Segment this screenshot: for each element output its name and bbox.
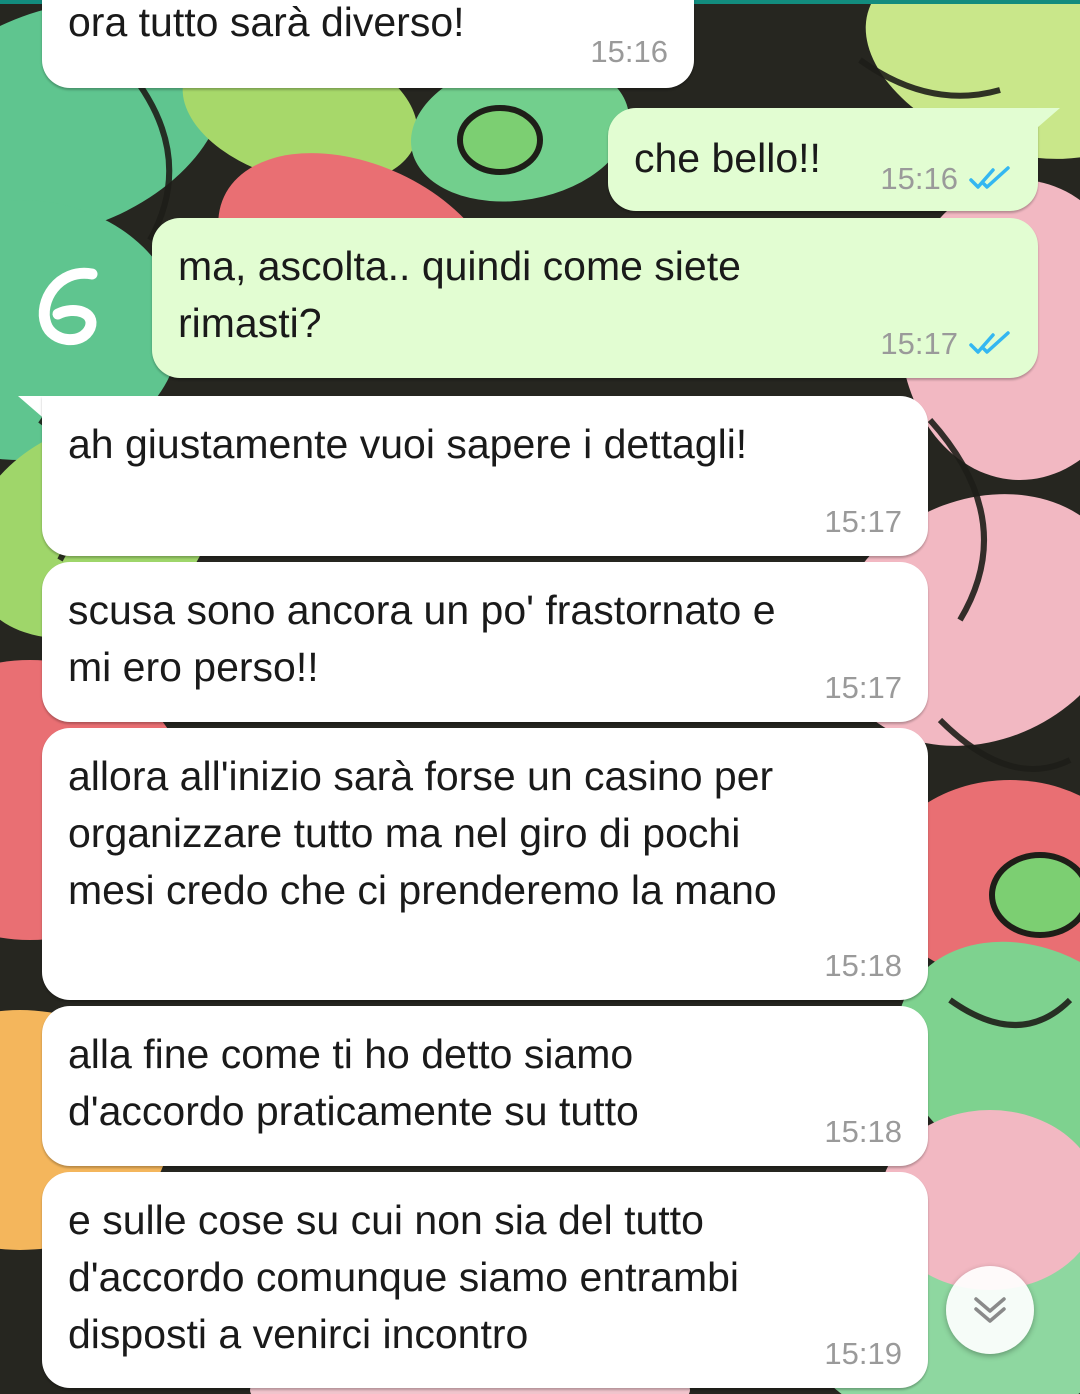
message-text: e sulle cose su cui non sia del tutto d'…	[68, 1197, 740, 1357]
swirl-doodle-icon	[38, 267, 98, 346]
bubble-tail	[1030, 108, 1060, 134]
message-meta: 15:16	[590, 34, 668, 70]
message-meta: 15:18	[824, 948, 902, 984]
message-text: ma, ascolta.. quindi come siete rimasti?	[178, 243, 741, 346]
double-chevron-down-icon	[974, 1297, 1006, 1323]
message-time: 15:18	[824, 948, 902, 983]
message-text: ah giustamente vuoi sapere i dettagli!	[68, 421, 748, 467]
message-time: 15:17	[824, 670, 902, 705]
message-meta: 15:17	[880, 326, 1012, 362]
message-meta: 15:16	[880, 161, 1012, 197]
message-bubble-incoming[interactable]: ah giustamente vuoi sapere i dettagli! 1…	[42, 396, 928, 556]
message-time: 15:17	[880, 326, 958, 361]
message-text: scusa sono ancora un po' frastornato e m…	[68, 587, 776, 690]
message-bubble-incoming[interactable]: e sulle cose su cui non sia del tutto d'…	[42, 1172, 928, 1388]
message-bubble-incoming[interactable]: scusa sono ancora un po' frastornato e m…	[42, 562, 928, 722]
double-check-icon	[969, 331, 1010, 354]
message-meta: 15:19	[824, 1336, 902, 1372]
message-text: che bello!!	[634, 135, 821, 181]
message-time: 15:19	[824, 1336, 902, 1371]
message-time: 15:18	[824, 1114, 902, 1149]
message-meta: 15:18	[824, 1114, 902, 1150]
message-time: 15:16	[590, 34, 668, 69]
message-bubble-outgoing[interactable]: ma, ascolta.. quindi come siete rimasti?…	[152, 218, 1038, 378]
message-meta: 15:17	[824, 504, 902, 540]
double-check-icon	[969, 166, 1010, 189]
message-bubble-incoming[interactable]: allora all'inizio sarà forse un casino p…	[42, 728, 928, 1000]
message-text: alla fine come ti ho detto siamo d'accor…	[68, 1031, 639, 1134]
message-bubble-incoming[interactable]: alla fine come ti ho detto siamo d'accor…	[42, 1006, 928, 1166]
message-meta: 15:17	[824, 670, 902, 706]
message-text: allora all'inizio sarà forse un casino p…	[68, 753, 777, 913]
message-bubble-outgoing[interactable]: che bello!! 15:16	[608, 108, 1038, 211]
message-text: ora tutto sarà diverso!	[68, 0, 465, 45]
message-time: 15:17	[824, 504, 902, 539]
scroll-to-bottom-button[interactable]	[946, 1266, 1034, 1354]
message-bubble-incoming[interactable]: ora tutto sarà diverso! 15:16	[42, 0, 694, 88]
message-time: 15:16	[880, 161, 958, 196]
